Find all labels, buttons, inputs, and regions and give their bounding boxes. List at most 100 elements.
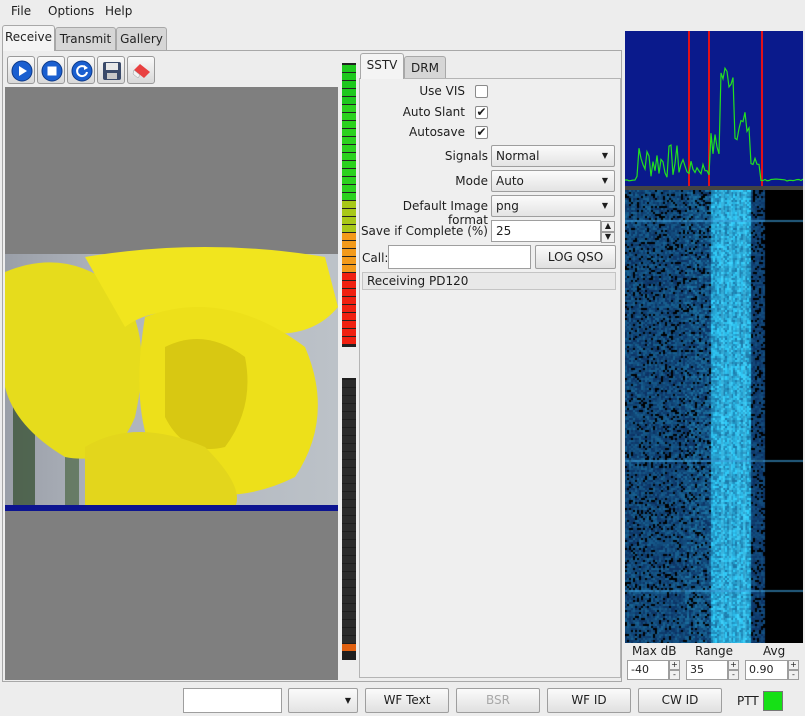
chevron-down-icon: ▼: [601, 151, 608, 160]
vu-segment: [342, 396, 356, 403]
bottom-select[interactable]: ▼: [288, 688, 358, 713]
ptt-indicator: [763, 691, 783, 711]
mode-select[interactable]: Auto ▼: [491, 170, 615, 192]
sync-level-meter: [342, 378, 356, 660]
stop-button[interactable]: [37, 56, 65, 84]
wf-text-button[interactable]: WF Text: [365, 688, 449, 713]
vu-segment: [342, 604, 356, 611]
decrement-icon[interactable]: ▼: [601, 232, 615, 243]
vu-segment: [342, 644, 356, 651]
increment-icon[interactable]: ▲: [601, 221, 615, 232]
range-stepper[interactable]: + -: [728, 660, 739, 680]
vu-segment: [342, 233, 356, 240]
range-input[interactable]: 35: [686, 660, 728, 680]
save-button[interactable]: [97, 56, 125, 84]
bsr-button[interactable]: BSR: [456, 688, 540, 713]
vu-segment: [342, 404, 356, 411]
avg-stepper[interactable]: + -: [788, 660, 799, 680]
autosave-label: Autosave: [409, 125, 465, 139]
decrement-icon[interactable]: -: [788, 670, 799, 680]
signals-select[interactable]: Normal ▼: [491, 145, 615, 167]
received-image: [5, 87, 338, 680]
vu-segment: [342, 73, 356, 80]
vu-segment: [342, 516, 356, 523]
cw-id-button[interactable]: CW ID: [638, 688, 722, 713]
range-label: Range: [695, 644, 734, 658]
menu-options[interactable]: Options: [48, 4, 94, 18]
wf-id-button[interactable]: WF ID: [547, 688, 631, 713]
use-vis-label: Use VIS: [419, 84, 465, 98]
auto-slant-label: Auto Slant: [402, 105, 465, 119]
vu-segment: [342, 556, 356, 563]
vu-segment: [342, 612, 356, 619]
vu-segment: [342, 524, 356, 531]
signal-level-meter: [342, 63, 356, 347]
vu-segment: [342, 105, 356, 112]
vu-segment: [342, 588, 356, 595]
vu-segment: [342, 265, 356, 272]
auto-slant-checkbox[interactable]: ✔: [475, 106, 488, 119]
play-icon: [11, 60, 33, 82]
image-format-select[interactable]: png ▼: [491, 195, 615, 217]
vu-segment: [342, 137, 356, 144]
vu-segment: [342, 313, 356, 320]
sstv-settings-panel: Use VIS Auto Slant ✔ Autosave ✔ Signals …: [359, 78, 621, 678]
menu-help[interactable]: Help: [105, 4, 132, 18]
decrement-icon[interactable]: -: [728, 670, 739, 680]
avg-input[interactable]: 0.90: [745, 660, 788, 680]
start-button[interactable]: [7, 56, 35, 84]
call-input[interactable]: [388, 245, 531, 269]
tab-receive[interactable]: Receive: [2, 25, 55, 51]
vu-segment: [342, 97, 356, 104]
resync-button[interactable]: [67, 56, 95, 84]
vu-segment: [342, 297, 356, 304]
vu-segment: [342, 564, 356, 571]
avg-spinbox[interactable]: 0.90 + -: [745, 660, 801, 680]
vu-segment: [342, 225, 356, 232]
save-complete-label: Save if Complete (%): [360, 224, 488, 238]
signals-label: Signals: [444, 149, 488, 163]
vu-segment: [342, 81, 356, 88]
mode-label: Mode: [455, 174, 488, 188]
tx-text-input[interactable]: [183, 688, 282, 713]
vu-segment: [342, 305, 356, 312]
vu-segment: [342, 161, 356, 168]
vu-segment: [342, 620, 356, 627]
increment-icon[interactable]: +: [669, 660, 680, 670]
refresh-icon: [71, 60, 93, 82]
max-db-input[interactable]: -40: [627, 660, 669, 680]
autosave-checkbox[interactable]: ✔: [475, 126, 488, 139]
increment-icon[interactable]: +: [728, 660, 739, 670]
ptt-label: PTT: [737, 694, 759, 708]
save-complete-input[interactable]: 25: [491, 220, 601, 242]
waterfall-display[interactable]: [625, 190, 803, 643]
tab-gallery[interactable]: Gallery: [116, 27, 167, 51]
tab-transmit[interactable]: Transmit: [55, 27, 116, 51]
max-db-spinbox[interactable]: -40 + -: [627, 660, 682, 680]
range-spinbox[interactable]: 35 + -: [686, 660, 741, 680]
vu-segment: [342, 113, 356, 120]
increment-icon[interactable]: +: [788, 660, 799, 670]
vu-segment: [342, 532, 356, 539]
max-db-stepper[interactable]: + -: [669, 660, 680, 680]
spectrum-display[interactable]: [625, 31, 803, 186]
tab-drm[interactable]: DRM: [404, 56, 446, 78]
vu-segment: [342, 468, 356, 475]
vu-segment: [342, 209, 356, 216]
use-vis-checkbox[interactable]: [475, 85, 488, 98]
vu-segment: [342, 380, 356, 387]
menu-file[interactable]: File: [11, 4, 31, 18]
decrement-icon[interactable]: -: [669, 670, 680, 680]
max-db-label: Max dB: [632, 644, 677, 658]
image-format-label: Default Image format: [402, 199, 488, 227]
clear-button[interactable]: [127, 56, 155, 84]
vu-segment: [342, 500, 356, 507]
log-qso-button[interactable]: LOG QSO: [535, 245, 616, 269]
save-complete-stepper[interactable]: ▲ ▼: [601, 221, 615, 243]
vu-segment: [342, 89, 356, 96]
vu-segment: [342, 508, 356, 515]
vu-segment: [342, 145, 356, 152]
tab-sstv[interactable]: SSTV: [360, 53, 404, 79]
vu-segment: [342, 444, 356, 451]
vu-segment: [342, 484, 356, 491]
